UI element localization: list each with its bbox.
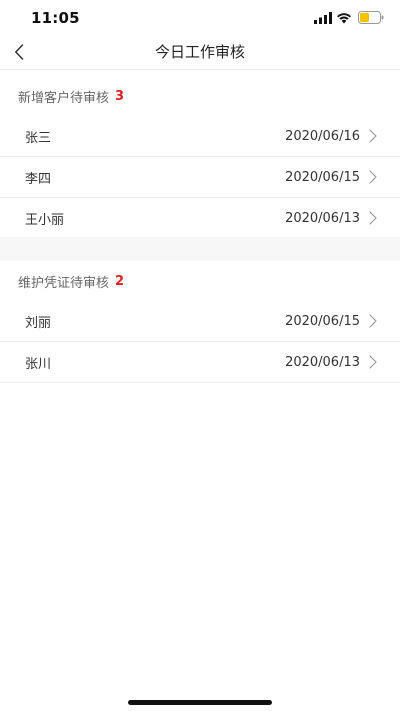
- list-item-date: 2020/06/13: [285, 210, 360, 226]
- section-header: 维护凭证待审核 2: [0, 261, 400, 301]
- list-item-name: 张川: [25, 356, 52, 372]
- section-header: 新增客户待审核 3: [0, 76, 400, 116]
- section-maintenance-vouchers: 维护凭证待审核 2 刘丽 2020/06/15 张川 2020/06/13: [0, 261, 400, 383]
- status-time: 11:05: [31, 9, 80, 27]
- chevron-right-icon: [369, 314, 377, 328]
- battery-icon: [358, 11, 384, 24]
- list-item-date: 2020/06/16: [285, 128, 360, 144]
- list-item-name: 李四: [25, 171, 52, 187]
- list-item[interactable]: 王小丽 2020/06/13: [0, 198, 400, 239]
- nav-bar: 今日工作审核: [0, 36, 400, 70]
- chevron-right-icon: [369, 170, 377, 184]
- section-count-badge: 2: [115, 273, 125, 289]
- list-item-date: 2020/06/15: [285, 313, 360, 329]
- list-item[interactable]: 刘丽 2020/06/15: [0, 301, 400, 342]
- list-item-date: 2020/06/15: [285, 169, 360, 185]
- status-bar: 11:05: [0, 0, 400, 36]
- page-title: 今日工作审核: [154, 43, 245, 61]
- chevron-right-icon: [369, 355, 377, 369]
- chevron-right-icon: [369, 129, 377, 143]
- list-item-name: 张三: [25, 130, 52, 146]
- list-item[interactable]: 张三 2020/06/16: [0, 116, 400, 157]
- list-item-date: 2020/06/13: [285, 354, 360, 370]
- list-item-name: 王小丽: [25, 212, 65, 228]
- section-divider: [0, 237, 400, 261]
- list-item[interactable]: 张川 2020/06/13: [0, 342, 400, 383]
- wifi-icon: [337, 13, 351, 24]
- signal-icon: [314, 12, 332, 24]
- list-item[interactable]: 李四 2020/06/15: [0, 157, 400, 198]
- home-indicator[interactable]: [128, 700, 272, 705]
- chevron-right-icon: [369, 211, 377, 225]
- section-title: 维护凭证待审核: [18, 275, 110, 291]
- list-item-name: 刘丽: [25, 315, 52, 331]
- section-title: 新增客户待审核: [18, 90, 110, 106]
- section-count-badge: 3: [115, 88, 125, 104]
- section-new-customers: 新增客户待审核 3 张三 2020/06/16 李四 2020/06/15 王小…: [0, 76, 400, 239]
